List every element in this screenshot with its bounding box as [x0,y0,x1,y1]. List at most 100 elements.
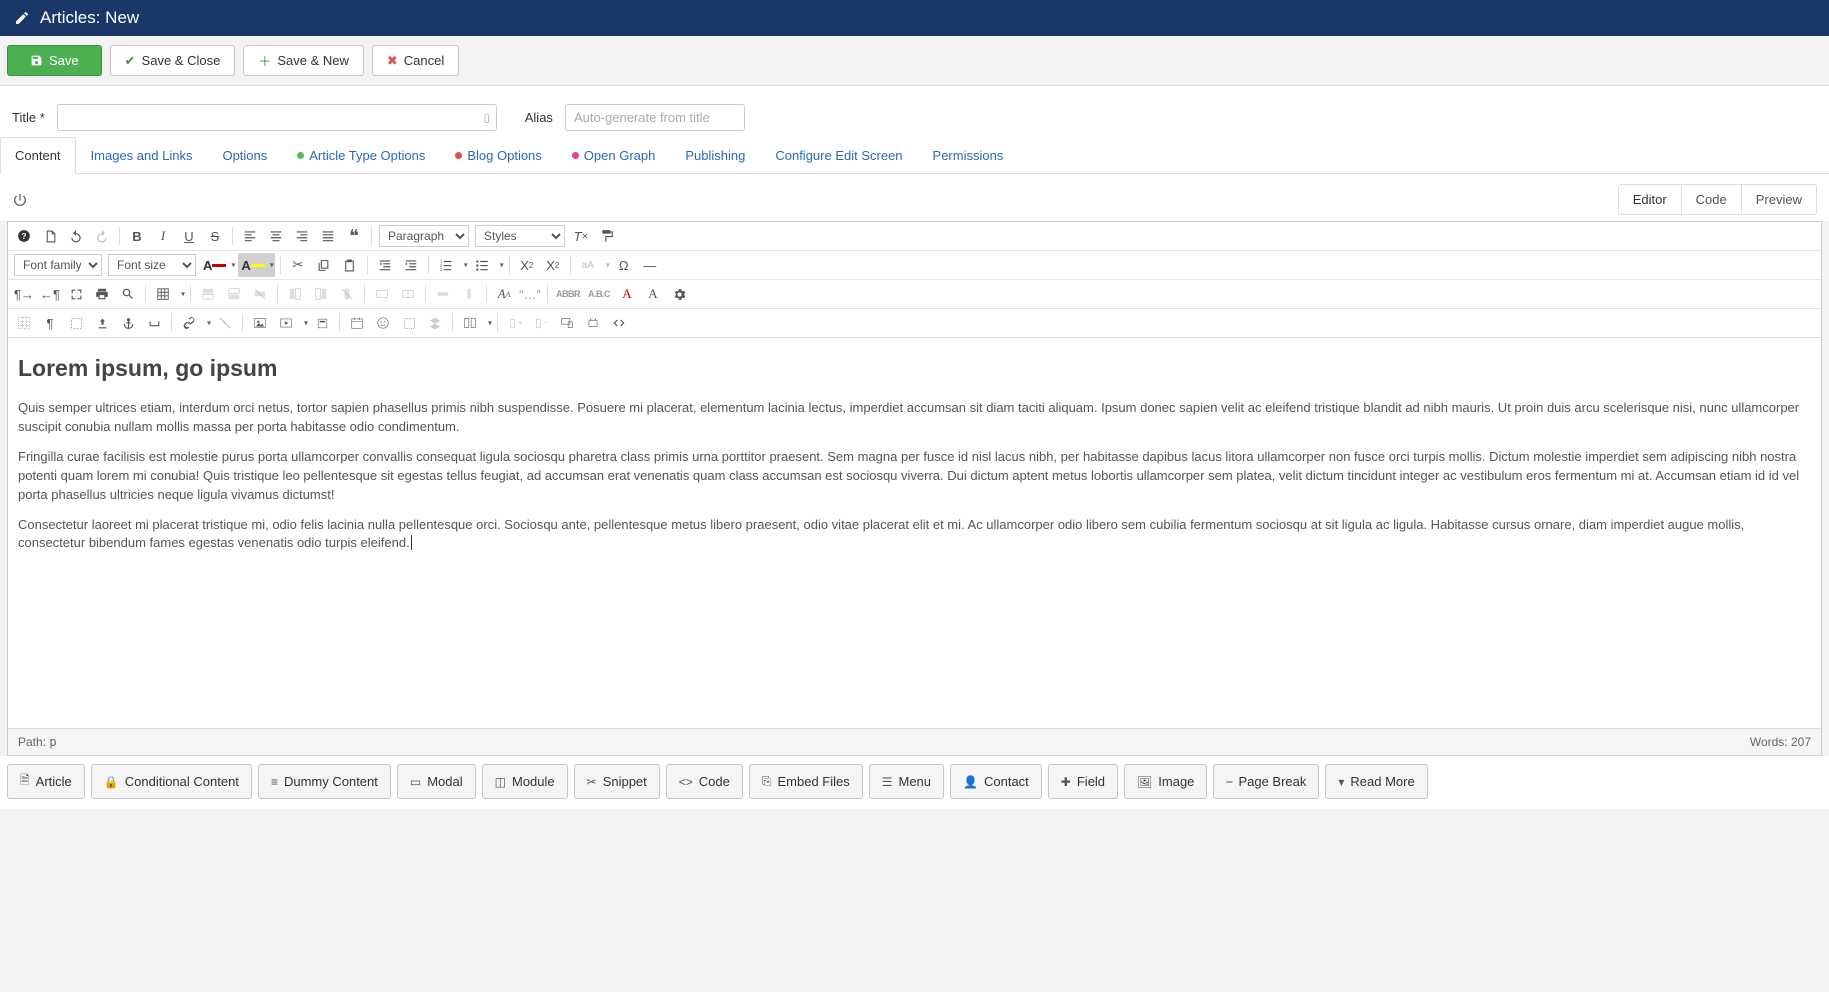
font-serif-icon[interactable]: A [641,282,665,306]
pilcrow-icon[interactable]: ¶ [38,311,62,335]
tab-images-links[interactable]: Images and Links [76,137,208,173]
clear-format-icon[interactable]: T✕ [569,224,593,248]
special-char-icon[interactable]: Ω [612,253,636,277]
align-center-icon[interactable] [264,224,288,248]
menu-button[interactable]: ☰Menu [869,764,944,799]
text-color-button[interactable]: A▾ [200,253,236,277]
align-justify-icon[interactable] [316,224,340,248]
cut-icon[interactable]: ✂ [286,253,310,277]
table-button[interactable]: ▾ [151,282,185,306]
cancel-button[interactable]: ✖ Cancel [372,45,459,76]
code-button[interactable]: <>Code [666,764,743,799]
tab-options[interactable]: Options [207,137,282,173]
save-close-button[interactable]: ✔ Save & Close [110,45,236,76]
remove-col-icon[interactable]: − [529,311,553,335]
contact-button[interactable]: 👤Contact [950,764,1042,799]
image-icon[interactable] [248,311,272,335]
blockquote-icon[interactable]: ❝ [342,224,366,248]
strikethrough-icon[interactable]: S [203,224,227,248]
tab-permissions[interactable]: Permissions [918,137,1019,173]
tab-article-type[interactable]: Article Type Options [282,137,440,173]
paragraph-select[interactable]: Paragraph [379,225,469,247]
read-more-button[interactable]: ▾Read More [1325,764,1427,799]
superscript-icon[interactable]: X2 [541,253,565,277]
date-icon[interactable] [345,311,369,335]
module-button[interactable]: ◫Module [482,764,568,799]
col-props-icon[interactable] [457,282,481,306]
link-button[interactable]: ▾ [177,311,211,335]
abbr-button[interactable]: ABBR [553,282,583,306]
paste-icon[interactable] [338,253,362,277]
col-delete-icon[interactable] [335,282,359,306]
unordered-list-button[interactable]: ▾ [470,253,504,277]
tab-blog-options[interactable]: Blog Options [440,137,556,173]
align-right-icon[interactable] [290,224,314,248]
help-icon[interactable]: ? [12,224,36,248]
font-size-select[interactable]: Font size [108,254,196,276]
outdent-icon[interactable] [373,253,397,277]
ltr-icon[interactable]: ¶→ [12,282,36,306]
columns-button[interactable]: ▾ [458,311,492,335]
print-icon[interactable] [90,282,114,306]
view-tab-editor[interactable]: Editor [1619,185,1681,214]
redo-icon[interactable] [90,224,114,248]
quotes-icon[interactable]: “…” [518,282,542,306]
highlight-color-button[interactable]: A▾ [238,253,274,277]
dummy-content-button[interactable]: ≡Dummy Content [258,764,391,799]
anchor-icon[interactable] [116,311,140,335]
responsive-icon[interactable] [555,311,579,335]
font-style-icon[interactable]: AA [492,282,516,306]
row-props-icon[interactable] [431,282,455,306]
view-tab-code[interactable]: Code [1681,185,1741,214]
tab-content[interactable]: Content [0,137,76,174]
insert-template-icon[interactable] [310,311,334,335]
underline-icon[interactable]: U [177,224,201,248]
hr-icon[interactable]: — [638,253,662,277]
view-tab-preview[interactable]: Preview [1741,185,1816,214]
indent-icon[interactable] [399,253,423,277]
italic-icon[interactable]: I [151,224,175,248]
nonbreaking-icon[interactable] [142,311,166,335]
save-new-button[interactable]: ＋ Save & New [243,45,364,76]
add-col-icon[interactable]: + [503,311,527,335]
bold-icon[interactable]: B [125,224,149,248]
undo-icon[interactable] [64,224,88,248]
acronym-button[interactable]: A.B.C [585,282,613,306]
rtl-icon[interactable]: ←¶ [38,282,62,306]
tab-publishing[interactable]: Publishing [670,137,760,173]
alias-input[interactable] [565,104,745,131]
col-after-icon[interactable] [309,282,333,306]
col-before-icon[interactable] [283,282,307,306]
media-button[interactable]: ▾ [274,311,308,335]
conditional-content-button[interactable]: 🔒Conditional Content [91,764,252,799]
subscript-icon[interactable]: X2 [515,253,539,277]
save-button[interactable]: Save [7,45,102,76]
copy-icon[interactable] [312,253,336,277]
merge-cells-icon[interactable] [370,282,394,306]
iframe-icon[interactable] [397,311,421,335]
title-input[interactable] [57,104,497,131]
tab-open-graph[interactable]: Open Graph [557,137,671,173]
grid-icon[interactable] [12,311,36,335]
styles-select[interactable]: Styles [475,225,565,247]
widget-icon[interactable] [581,311,605,335]
modal-button[interactable]: ▭Modal [397,764,476,799]
emoji-icon[interactable] [371,311,395,335]
image-button[interactable]: 🖼Image [1124,764,1207,799]
field-button[interactable]: ✚Field [1048,764,1118,799]
snippet-button[interactable]: ✂Snippet [574,764,660,799]
upload-icon[interactable] [90,311,114,335]
article-button[interactable]: 🗎Article [7,764,85,799]
case-button[interactable]: aA▾ [576,253,610,277]
row-after-icon[interactable] [222,282,246,306]
power-icon[interactable] [12,192,28,208]
font-family-select[interactable]: Font family [14,254,102,276]
row-delete-icon[interactable] [248,282,272,306]
code-block-icon[interactable] [607,311,631,335]
format-paint-icon[interactable] [595,224,619,248]
tab-configure-edit[interactable]: Configure Edit Screen [760,137,917,173]
align-left-icon[interactable] [238,224,262,248]
unlink-icon[interactable] [213,311,237,335]
editor-content-area[interactable]: Lorem ipsum, go ipsum Quis semper ultric… [8,338,1821,728]
settings-icon[interactable] [667,282,691,306]
